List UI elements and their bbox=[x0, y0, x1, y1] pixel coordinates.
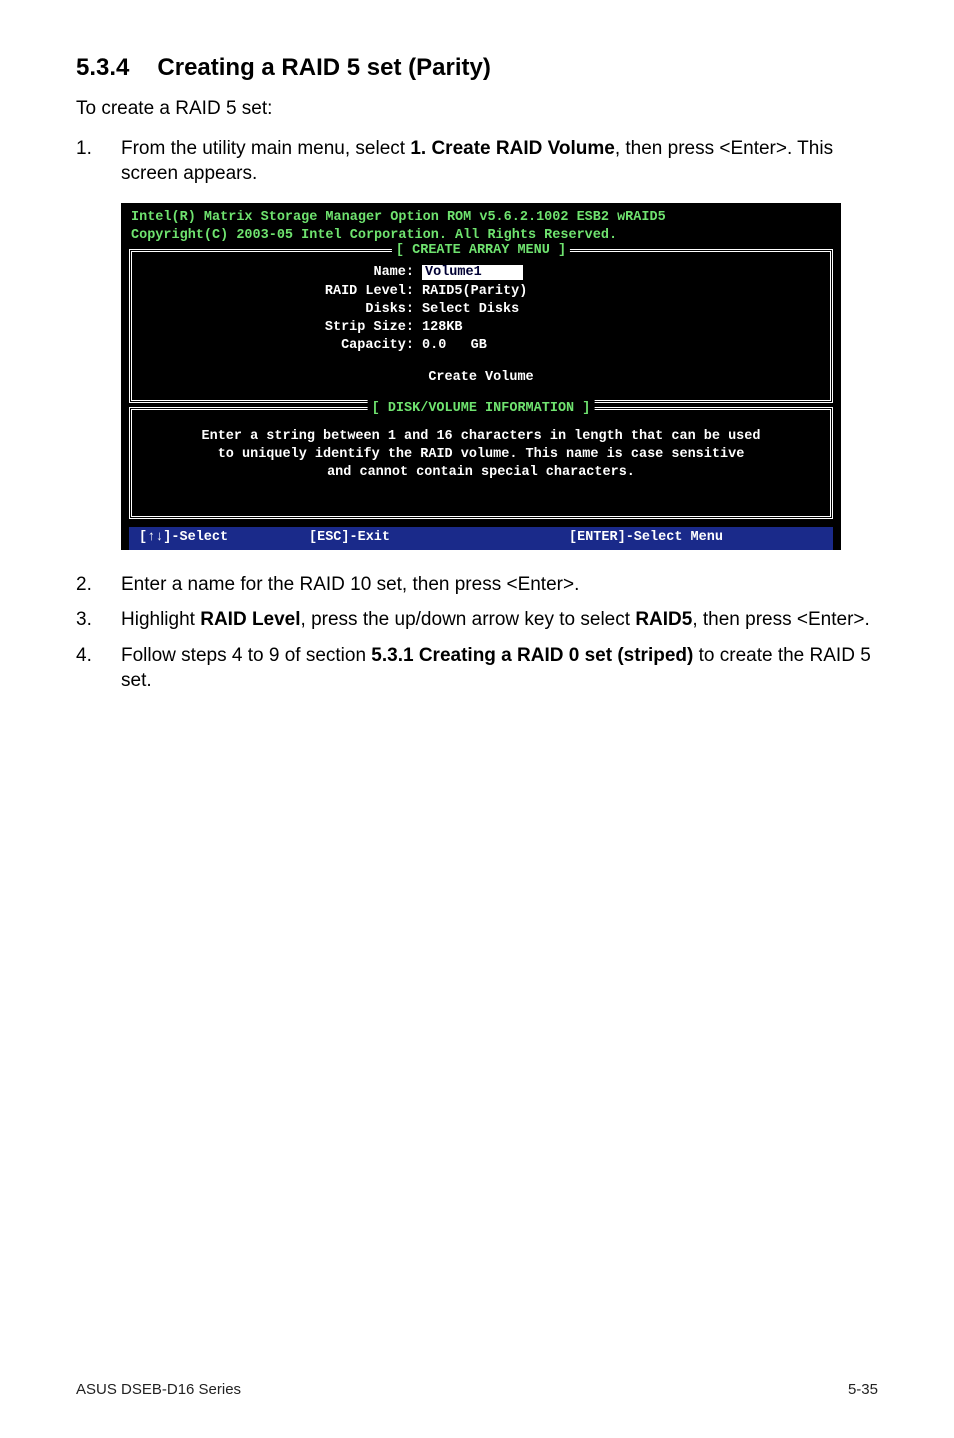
key-select: [↑↓]-Select bbox=[139, 529, 309, 547]
create-array-box: [ CREATE ARRAY MENU ] Name: Volume1 RAID… bbox=[129, 249, 833, 402]
field-disks: Disks: Select Disks bbox=[132, 301, 830, 319]
step-body: Highlight RAID Level, press the up/down … bbox=[121, 607, 878, 633]
step-body: Follow steps 4 to 9 of section 5.3.1 Cre… bbox=[121, 643, 878, 694]
info-line-1: Enter a string between 1 and 16 characte… bbox=[148, 428, 814, 446]
section-title: Creating a RAID 5 set (Parity) bbox=[157, 54, 490, 81]
page-footer: ASUS DSEB-D16 Series 5-35 bbox=[76, 1381, 878, 1398]
key-exit: [ESC]-Exit bbox=[309, 529, 569, 547]
section-heading: 5.3.4 Creating a RAID 5 set (Parity) bbox=[76, 54, 878, 82]
bios-screenshot: Intel(R) Matrix Storage Manager Option R… bbox=[121, 203, 841, 550]
footer-right: 5-35 bbox=[848, 1381, 878, 1398]
field-capacity: Capacity: 0.0 GB bbox=[132, 337, 830, 355]
step-4: 4. Follow steps 4 to 9 of section 5.3.1 … bbox=[76, 643, 878, 694]
section-number: 5.3.4 bbox=[76, 54, 129, 82]
field-strip-size: Strip Size: 128KB bbox=[132, 319, 830, 337]
info-line-3: and cannot contain special characters. bbox=[148, 464, 814, 482]
key-enter: [ENTER]-Select Menu bbox=[569, 529, 823, 547]
disk-volume-info-box: [ DISK/VOLUME INFORMATION ] Enter a stri… bbox=[129, 407, 833, 520]
create-volume-action[interactable]: Create Volume bbox=[132, 369, 830, 387]
step-number: 1. bbox=[76, 136, 121, 187]
field-name: Name: Volume1 bbox=[132, 264, 830, 282]
footer-left: ASUS DSEB-D16 Series bbox=[76, 1381, 241, 1398]
name-input[interactable]: Volume1 bbox=[422, 265, 485, 280]
create-array-title: [ CREATE ARRAY MENU ] bbox=[392, 242, 570, 260]
step-1: 1. From the utility main menu, select 1.… bbox=[76, 136, 878, 550]
step-body: From the utility main menu, select 1. Cr… bbox=[121, 136, 878, 187]
step-2: 2. Enter a name for the RAID 10 set, the… bbox=[76, 572, 878, 598]
intro-text: To create a RAID 5 set: bbox=[76, 96, 878, 122]
step-number: 4. bbox=[76, 643, 121, 694]
key-help-bar: [↑↓]-Select [ESC]-Exit [ENTER]-Select Me… bbox=[129, 527, 833, 549]
info-line-2: to uniquely identify the RAID volume. Th… bbox=[148, 446, 814, 464]
step-number: 2. bbox=[76, 572, 121, 598]
disk-volume-info-title: [ DISK/VOLUME INFORMATION ] bbox=[368, 400, 595, 418]
rom-header-1: Intel(R) Matrix Storage Manager Option R… bbox=[121, 209, 841, 227]
step-number: 3. bbox=[76, 607, 121, 633]
step-3: 3. Highlight RAID Level, press the up/do… bbox=[76, 607, 878, 633]
step-body: Enter a name for the RAID 10 set, then p… bbox=[121, 572, 878, 598]
steps-list: 1. From the utility main menu, select 1.… bbox=[76, 136, 878, 694]
field-raid-level: RAID Level: RAID5(Parity) bbox=[132, 283, 830, 301]
